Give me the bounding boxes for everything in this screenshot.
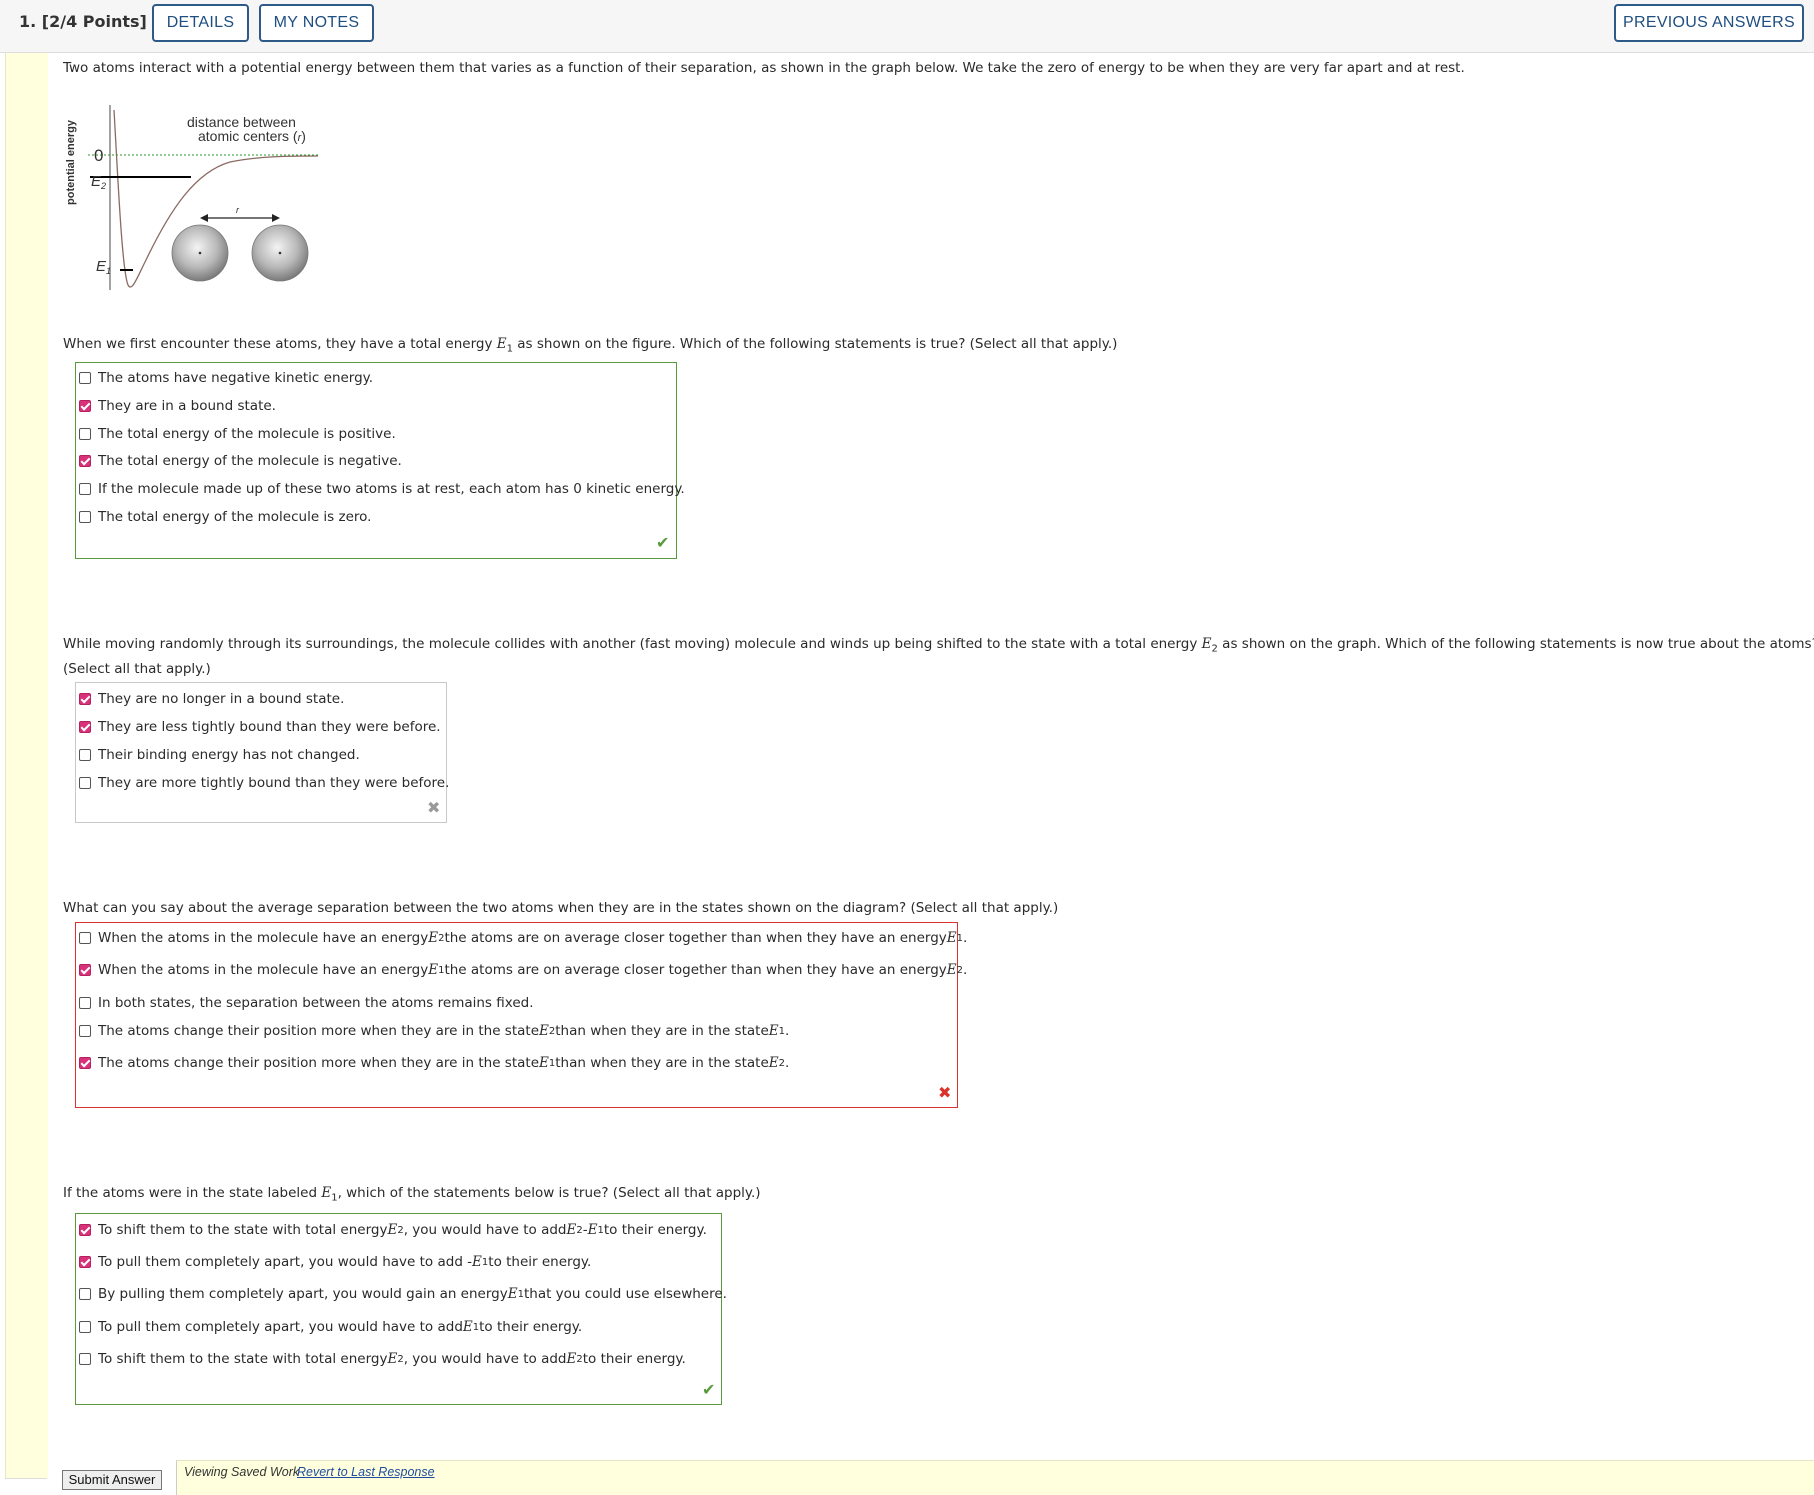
question-intro: Two atoms interact with a potential ener… [63, 60, 1465, 76]
q1-checkbox-4[interactable] [79, 455, 91, 467]
e2-label: E2 [91, 173, 106, 191]
q4-checkbox-4[interactable] [79, 1321, 91, 1333]
question-points: [2/4 Points] [41, 12, 147, 31]
q4-option-1[interactable]: To shift them to the state with total en… [79, 1222, 707, 1238]
q2-option-2[interactable]: They are less tightly bound than they we… [79, 719, 441, 735]
q4-checkbox-3[interactable] [79, 1288, 91, 1300]
q4-checkbox-1[interactable] [79, 1224, 91, 1236]
q1-checkbox-2[interactable] [79, 400, 91, 412]
q2-option-3[interactable]: Their binding energy has not changed. [79, 747, 360, 763]
q3-option-4[interactable]: The atoms change their position more whe… [79, 1023, 789, 1039]
ungraded-x-icon: ✖ [427, 798, 441, 817]
potential-energy-figure: potential energy 0 E2 E1 distance betwee… [65, 105, 319, 290]
submit-answer-button[interactable]: Submit Answer [62, 1470, 162, 1490]
my-notes-button[interactable]: MY NOTES [259, 4, 374, 42]
q3-option-3[interactable]: In both states, the separation between t… [79, 995, 534, 1011]
saved-work-message: Viewing Saved Work [184, 1465, 300, 1479]
q2-checkbox-4[interactable] [79, 777, 91, 789]
previous-answers-button[interactable]: PREVIOUS ANSWERS [1614, 4, 1804, 42]
q2-prompt-continued: (Select all that apply.) [63, 661, 211, 677]
q3-prompt: What can you say about the average separ… [63, 900, 1059, 916]
q1-checkbox-5[interactable] [79, 483, 91, 495]
q4-prompt: If the atoms were in the state labeled E… [63, 1185, 761, 1204]
q3-options-box: When the atoms in the molecule have an e… [75, 922, 967, 1108]
question-number: 1. [19, 12, 37, 31]
divider [5, 1478, 47, 1479]
e1-label: E1 [96, 258, 111, 276]
arrow-head-right [272, 214, 280, 222]
arrow-label: r [236, 205, 240, 215]
q4-checkbox-2[interactable] [79, 1256, 91, 1268]
q1-option-3[interactable]: The total energy of the molecule is posi… [79, 426, 396, 442]
left-status-bar [5, 53, 48, 1479]
q2-prompt: While moving randomly through its surrou… [63, 636, 1814, 655]
q3-checkbox-2[interactable] [79, 964, 91, 976]
q4-option-2[interactable]: To pull them completely apart, you would… [79, 1254, 591, 1270]
incorrect-x-icon: ✖ [938, 1083, 952, 1102]
q2-checkbox-1[interactable] [79, 693, 91, 705]
q4-option-3[interactable]: By pulling them completely apart, you wo… [79, 1286, 727, 1302]
q4-option-4[interactable]: To pull them completely apart, you would… [79, 1319, 582, 1335]
q1-option-6[interactable]: The total energy of the molecule is zero… [79, 509, 371, 525]
q1-options-box: The atoms have negative kinetic energy. … [75, 362, 685, 559]
q1-option-2[interactable]: They are in a bound state. [79, 398, 276, 414]
revert-link[interactable]: Revert to Last Response [297, 1465, 435, 1479]
q1-option-1[interactable]: The atoms have negative kinetic energy. [79, 370, 373, 386]
q4-options-box: To shift them to the state with total en… [75, 1213, 727, 1405]
zero-label: 0 [94, 146, 103, 165]
q2-checkbox-2[interactable] [79, 721, 91, 733]
q3-checkbox-3[interactable] [79, 997, 91, 1009]
q2-checkbox-3[interactable] [79, 749, 91, 761]
details-button[interactable]: DETAILS [152, 4, 249, 42]
q2-option-1[interactable]: They are no longer in a bound state. [79, 691, 344, 707]
q4-checkbox-5[interactable] [79, 1353, 91, 1365]
q3-checkbox-1[interactable] [79, 932, 91, 944]
q3-option-5[interactable]: The atoms change their position more whe… [79, 1055, 789, 1071]
saved-work-banner: Viewing Saved Work Revert to Last Respon… [176, 1460, 1814, 1495]
atom-left-center [198, 251, 202, 255]
q2-option-4[interactable]: They are more tightly bound than they we… [79, 775, 449, 791]
x-label-line2: atomic centers (r) [198, 128, 306, 144]
q1-prompt: When we first encounter these atoms, the… [63, 336, 1118, 355]
q1-checkbox-6[interactable] [79, 511, 91, 523]
correct-check-icon: ✔ [656, 533, 670, 552]
q1-option-4[interactable]: The total energy of the molecule is nega… [79, 453, 402, 469]
q1-checkbox-3[interactable] [79, 428, 91, 440]
q3-checkbox-5[interactable] [79, 1057, 91, 1069]
q4-option-5[interactable]: To shift them to the state with total en… [79, 1351, 686, 1367]
question-header: 1. [2/4 Points] DETAILS MY NOTES PREVIOU… [0, 0, 1814, 53]
arrow-head-left [200, 214, 208, 222]
q2-options-box: They are no longer in a bound state. The… [75, 682, 449, 823]
atom-right-center [278, 251, 282, 255]
y-axis-label: potential energy [65, 119, 77, 205]
correct-check-icon: ✔ [702, 1380, 716, 1399]
question-title: 1. [2/4 Points] [19, 12, 147, 31]
q3-checkbox-4[interactable] [79, 1025, 91, 1037]
q1-checkbox-1[interactable] [79, 372, 91, 384]
q3-option-1[interactable]: When the atoms in the molecule have an e… [79, 930, 967, 946]
q1-option-5[interactable]: If the molecule made up of these two ato… [79, 481, 685, 497]
q3-option-2[interactable]: When the atoms in the molecule have an e… [79, 962, 967, 978]
